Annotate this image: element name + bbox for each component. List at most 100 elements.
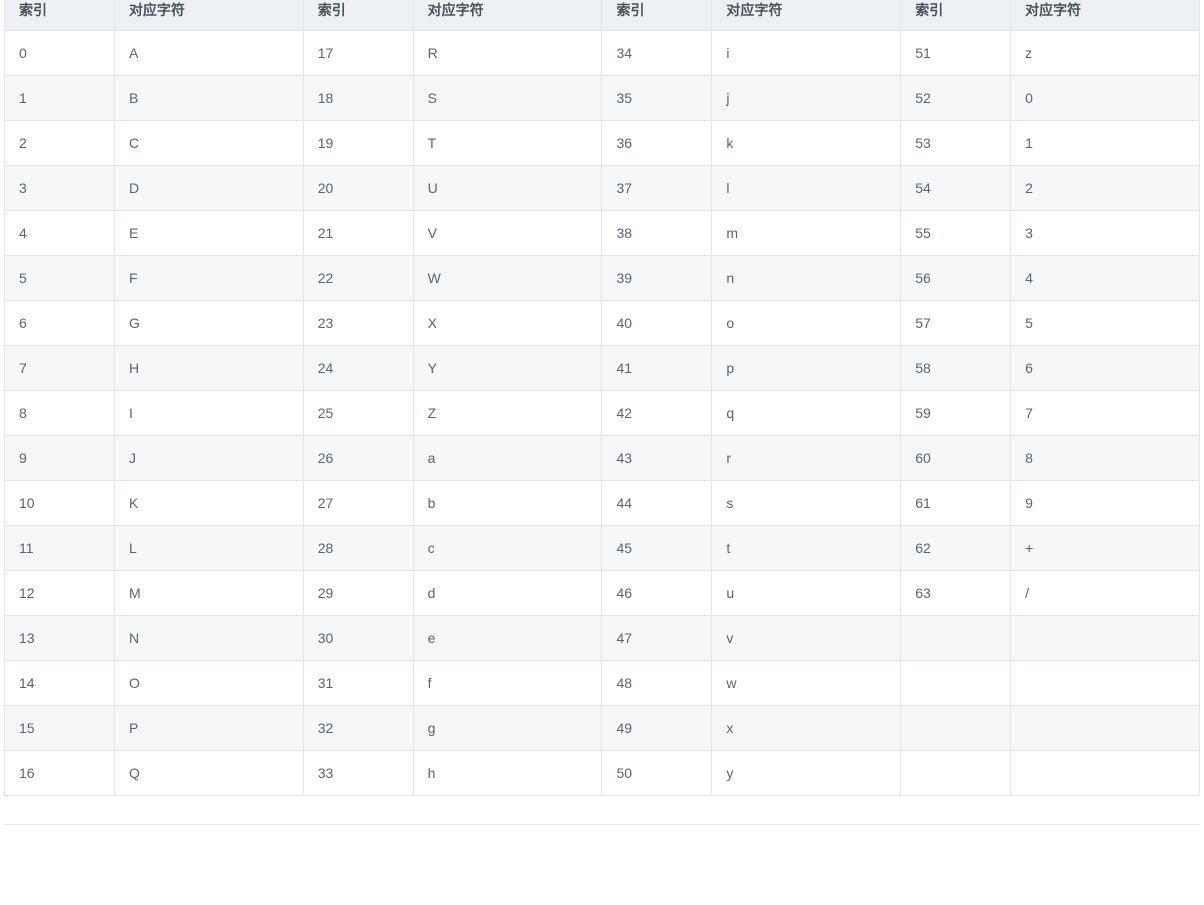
- cell-index: 15: [5, 706, 115, 751]
- cell-index: 57: [901, 301, 1011, 346]
- cell-index: 9: [5, 436, 115, 481]
- cell-index: 28: [303, 526, 413, 571]
- cell-char: U: [413, 166, 602, 211]
- cell-char: l: [712, 166, 901, 211]
- cell-index: 26: [303, 436, 413, 481]
- cell-char: [1011, 661, 1200, 706]
- cell-index: 53: [901, 121, 1011, 166]
- table-row: 10 K 27 b 44 s 61 9: [5, 481, 1200, 526]
- cell-index: 4: [5, 211, 115, 256]
- header-index-4: 索引: [901, 0, 1011, 31]
- cell-char: J: [114, 436, 303, 481]
- table-body: 0 A 17 R 34 i 51 z 1 B 18 S 35 j 52 0 2: [5, 31, 1200, 796]
- table-row: 11 L 28 c 45 t 62 +: [5, 526, 1200, 571]
- cell-char: 8: [1011, 436, 1200, 481]
- cell-char: v: [712, 616, 901, 661]
- cell-index: 60: [901, 436, 1011, 481]
- header-char-4: 对应字符: [1011, 0, 1200, 31]
- cell-char: C: [114, 121, 303, 166]
- cell-index: 10: [5, 481, 115, 526]
- cell-char: f: [413, 661, 602, 706]
- cell-char: A: [114, 31, 303, 76]
- cell-char: V: [413, 211, 602, 256]
- cell-index: [901, 661, 1011, 706]
- cell-index: 32: [303, 706, 413, 751]
- cell-char: i: [712, 31, 901, 76]
- cell-char: 4: [1011, 256, 1200, 301]
- cell-index: 27: [303, 481, 413, 526]
- cell-index: 18: [303, 76, 413, 121]
- cell-index: 24: [303, 346, 413, 391]
- section-divider: [4, 824, 1200, 825]
- cell-char: P: [114, 706, 303, 751]
- cell-index: 34: [602, 31, 712, 76]
- cell-index: 11: [5, 526, 115, 571]
- cell-index: 42: [602, 391, 712, 436]
- cell-char: N: [114, 616, 303, 661]
- cell-index: 14: [5, 661, 115, 706]
- cell-char: [1011, 751, 1200, 796]
- cell-index: 25: [303, 391, 413, 436]
- cell-char: 6: [1011, 346, 1200, 391]
- table-row: 5 F 22 W 39 n 56 4: [5, 256, 1200, 301]
- cell-char: R: [413, 31, 602, 76]
- cell-index: 6: [5, 301, 115, 346]
- cell-char: K: [114, 481, 303, 526]
- cell-char: Q: [114, 751, 303, 796]
- header-char-2: 对应字符: [413, 0, 602, 31]
- cell-index: 2: [5, 121, 115, 166]
- cell-index: 47: [602, 616, 712, 661]
- cell-char: I: [114, 391, 303, 436]
- cell-char: d: [413, 571, 602, 616]
- cell-char: F: [114, 256, 303, 301]
- cell-char: m: [712, 211, 901, 256]
- cell-char: 1: [1011, 121, 1200, 166]
- table-row: 13 N 30 e 47 v: [5, 616, 1200, 661]
- cell-index: 54: [901, 166, 1011, 211]
- table-row: 7 H 24 Y 41 p 58 6: [5, 346, 1200, 391]
- table-row: 16 Q 33 h 50 y: [5, 751, 1200, 796]
- table-row: 8 I 25 Z 42 q 59 7: [5, 391, 1200, 436]
- cell-char: D: [114, 166, 303, 211]
- cell-index: 39: [602, 256, 712, 301]
- cell-index: 63: [901, 571, 1011, 616]
- cell-char: Y: [413, 346, 602, 391]
- cell-index: 38: [602, 211, 712, 256]
- cell-index: [901, 706, 1011, 751]
- cell-index: 16: [5, 751, 115, 796]
- cell-index: 22: [303, 256, 413, 301]
- cell-char: n: [712, 256, 901, 301]
- table-row: 9 J 26 a 43 r 60 8: [5, 436, 1200, 481]
- cell-index: 30: [303, 616, 413, 661]
- cell-char: j: [712, 76, 901, 121]
- cell-index: 44: [602, 481, 712, 526]
- cell-char: T: [413, 121, 602, 166]
- cell-char: 3: [1011, 211, 1200, 256]
- cell-index: 5: [5, 256, 115, 301]
- cell-index: [901, 751, 1011, 796]
- cell-index: 29: [303, 571, 413, 616]
- cell-index: 13: [5, 616, 115, 661]
- cell-char: 5: [1011, 301, 1200, 346]
- cell-index: 7: [5, 346, 115, 391]
- cell-char: 7: [1011, 391, 1200, 436]
- cell-index: 31: [303, 661, 413, 706]
- cell-index: 49: [602, 706, 712, 751]
- cell-index: 3: [5, 166, 115, 211]
- cell-char: p: [712, 346, 901, 391]
- cell-index: 50: [602, 751, 712, 796]
- table-row: 2 C 19 T 36 k 53 1: [5, 121, 1200, 166]
- base64-index-table: 索引 对应字符 索引 对应字符 索引 对应字符 索引 对应字符 0 A 17 R…: [4, 0, 1200, 796]
- cell-char: z: [1011, 31, 1200, 76]
- cell-char: E: [114, 211, 303, 256]
- cell-char: W: [413, 256, 602, 301]
- cell-char: 0: [1011, 76, 1200, 121]
- cell-index: 35: [602, 76, 712, 121]
- cell-index: 41: [602, 346, 712, 391]
- cell-char: q: [712, 391, 901, 436]
- cell-index: 17: [303, 31, 413, 76]
- cell-char: 2: [1011, 166, 1200, 211]
- cell-index: 58: [901, 346, 1011, 391]
- header-index-3: 索引: [602, 0, 712, 31]
- cell-index: 12: [5, 571, 115, 616]
